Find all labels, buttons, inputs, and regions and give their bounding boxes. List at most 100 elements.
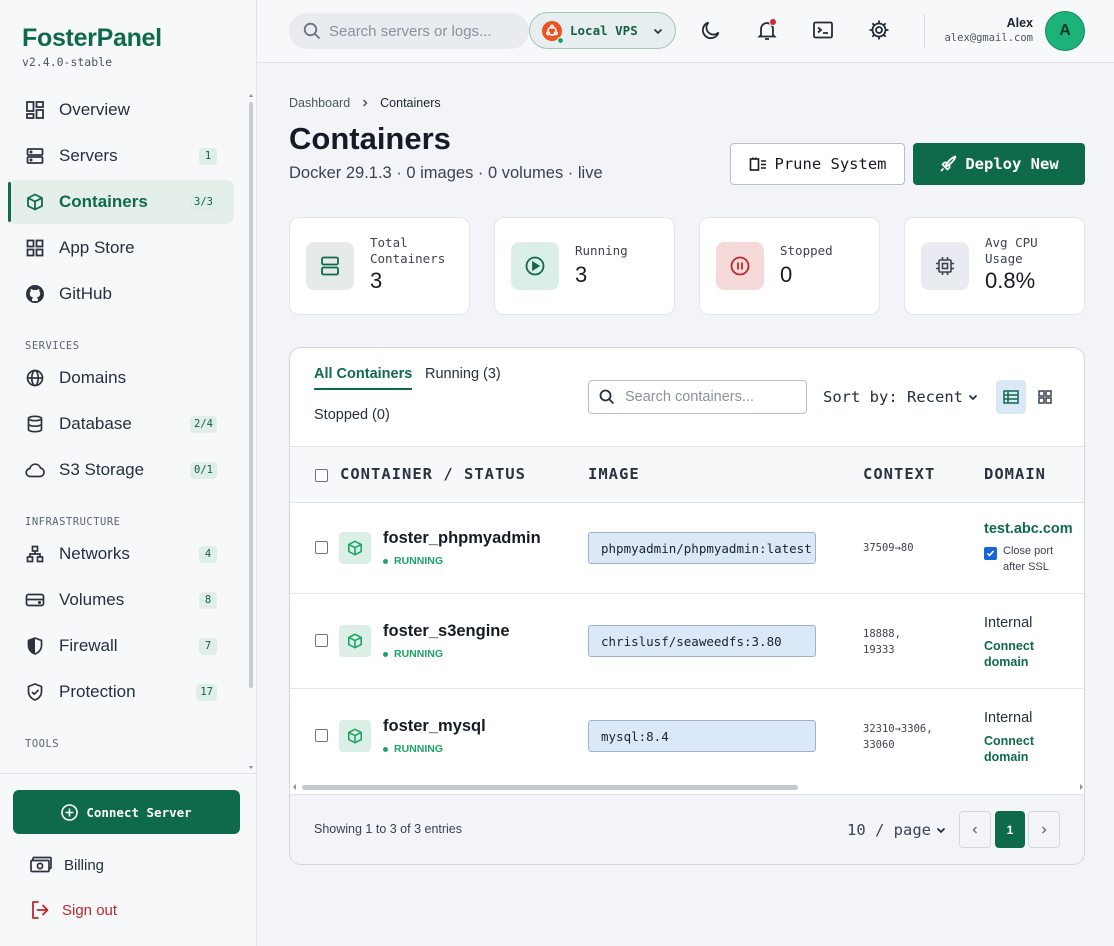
- container-name[interactable]: foster_phpmyadmin: [383, 529, 541, 548]
- column-header-domain[interactable]: DOMAIN: [984, 465, 1046, 483]
- select-all-checkbox[interactable]: [315, 469, 328, 482]
- settings-button[interactable]: [866, 17, 892, 43]
- stat-value: 0: [780, 262, 793, 287]
- sort-dropdown[interactable]: Sort by: Recent: [823, 388, 979, 406]
- global-search[interactable]: [289, 13, 529, 49]
- row-checkbox[interactable]: [315, 634, 328, 647]
- table-row[interactable]: foster_s3engine RUNNING chrislusf/seawee…: [290, 594, 1084, 689]
- deploy-new-button[interactable]: Deploy New: [913, 143, 1085, 185]
- sidebar-item-database[interactable]: Database 2/4: [8, 402, 234, 446]
- brand-version: v2.4.0-stable: [22, 55, 113, 69]
- sidebar-item-networks[interactable]: Networks 4: [8, 532, 234, 576]
- sidebar-item-servers[interactable]: Servers 1: [8, 134, 234, 178]
- sidebar-item-label: Overview: [59, 100, 130, 119]
- cloud-icon: [25, 460, 45, 480]
- sidebar-item-firewall[interactable]: Firewall 7: [8, 624, 234, 668]
- table-row[interactable]: foster_mysql RUNNING mysql:8.4 32310→330…: [290, 689, 1084, 784]
- deploy-label: Deploy New: [965, 155, 1059, 173]
- container-search-input[interactable]: [625, 389, 795, 405]
- github-icon: [25, 284, 45, 304]
- row-checkbox[interactable]: [315, 729, 328, 742]
- column-header-container[interactable]: CONTAINER / STATUS: [340, 465, 526, 483]
- scrollbar-thumb[interactable]: [249, 102, 253, 688]
- table-horizontal-scrollbar[interactable]: [290, 782, 1084, 792]
- close-port-option[interactable]: Close port after SSL: [984, 543, 1065, 575]
- sidebar-item-app-store[interactable]: App Store: [8, 226, 234, 270]
- terminal-icon: [812, 19, 834, 41]
- brand-name: FosterPanel: [22, 24, 162, 52]
- connect-server-button[interactable]: Connect Server: [13, 790, 240, 834]
- global-search-input[interactable]: [329, 22, 509, 40]
- sidebar-item-label: App Store: [59, 238, 135, 257]
- column-header-image[interactable]: IMAGE: [588, 465, 640, 483]
- page-button-current[interactable]: 1: [995, 811, 1025, 848]
- search-icon: [599, 389, 615, 405]
- sidebar-item-protection[interactable]: Protection 17: [8, 670, 234, 714]
- database-icon: [25, 414, 45, 434]
- sidebar-item-domains[interactable]: Domains: [8, 356, 234, 400]
- server-icon: [25, 146, 45, 166]
- sidebar-item-label: Networks: [59, 544, 130, 563]
- billing-link[interactable]: Billing: [30, 856, 104, 874]
- chevron-left-icon: [970, 825, 980, 835]
- stat-card-stopped: Stopped 0: [699, 217, 880, 315]
- tab-all-containers[interactable]: All Containers: [314, 366, 413, 390]
- stats-row: Total Containers 3 Running 3 Stopped 0 A…: [289, 217, 1085, 315]
- prune-system-button[interactable]: Prune System: [730, 143, 905, 185]
- sidebar-item-label: Servers: [59, 146, 118, 165]
- sidebar-item-volumes[interactable]: Volumes 8: [8, 578, 234, 622]
- cube-icon: [339, 720, 371, 752]
- moon-icon: [700, 19, 722, 41]
- count-badge: 1: [199, 147, 217, 165]
- prev-page-button[interactable]: [959, 811, 991, 848]
- container-name[interactable]: foster_mysql: [383, 717, 486, 736]
- table-header: CONTAINER / STATUS IMAGE CONTEXT DOMAIN: [290, 446, 1084, 503]
- theme-toggle-button[interactable]: [698, 17, 724, 43]
- sidebar-item-label: Containers: [59, 192, 148, 211]
- breadcrumb-dashboard[interactable]: Dashboard: [289, 96, 350, 110]
- close-port-checkbox[interactable]: [984, 547, 997, 560]
- sign-out-label: Sign out: [62, 901, 118, 919]
- sidebar-item-github[interactable]: GitHub: [8, 272, 234, 316]
- container-search[interactable]: [588, 380, 807, 414]
- shield-check-icon: [25, 682, 45, 702]
- sidebar-item-containers[interactable]: Containers 3/3: [8, 180, 234, 224]
- connect-domain-link[interactable]: Connect domain: [984, 638, 1064, 670]
- count-badge: 17: [196, 683, 217, 701]
- row-checkbox[interactable]: [315, 541, 328, 554]
- server-selector[interactable]: Local VPS: [529, 12, 676, 49]
- notifications-button[interactable]: [754, 17, 780, 43]
- tab-stopped[interactable]: Stopped (0): [314, 407, 390, 429]
- network-icon: [25, 544, 45, 564]
- stat-label: Avg CPU Usage: [985, 235, 1038, 266]
- grid-view-button[interactable]: [1030, 380, 1060, 414]
- tab-running[interactable]: Running (3): [425, 366, 501, 388]
- prune-label: Prune System: [774, 155, 887, 173]
- rocket-icon: [939, 155, 957, 173]
- sidebar-item-s3-storage[interactable]: S3 Storage 0/1: [8, 448, 234, 492]
- sidebar-item-overview[interactable]: Overview: [8, 88, 234, 132]
- scrollbar-thumb[interactable]: [302, 785, 798, 790]
- user-name: Alex: [1006, 16, 1033, 30]
- entries-info: Showing 1 to 3 of 3 entries: [314, 822, 463, 836]
- list-view-button[interactable]: [996, 380, 1026, 414]
- sign-out-link[interactable]: Sign out: [30, 900, 117, 920]
- image-tag: chrislusf/seaweedfs:3.80: [588, 625, 816, 657]
- sidebar-scrollbar[interactable]: [248, 92, 254, 772]
- money-icon: [30, 856, 52, 874]
- grid-view-icon: [1038, 390, 1052, 404]
- column-header-context[interactable]: CONTEXT: [863, 465, 935, 483]
- image-tag: phpmyadmin/phpmyadmin:latest: [588, 532, 816, 564]
- close-port-label: Close port after SSL: [1003, 545, 1054, 573]
- avatar[interactable]: A: [1045, 11, 1085, 51]
- cube-icon: [25, 192, 45, 212]
- next-page-button[interactable]: [1028, 811, 1060, 848]
- domain-link[interactable]: test.abc.com: [984, 521, 1073, 537]
- cube-icon: [339, 625, 371, 657]
- stat-value: 0.8%: [985, 268, 1036, 293]
- page-size-select[interactable]: 10 / page: [847, 821, 947, 839]
- connect-domain-link[interactable]: Connect domain: [984, 733, 1064, 765]
- terminal-button[interactable]: [810, 17, 836, 43]
- table-row[interactable]: foster_phpmyadmin RUNNING phpmyadmin/php…: [290, 503, 1084, 594]
- container-name[interactable]: foster_s3engine: [383, 622, 510, 641]
